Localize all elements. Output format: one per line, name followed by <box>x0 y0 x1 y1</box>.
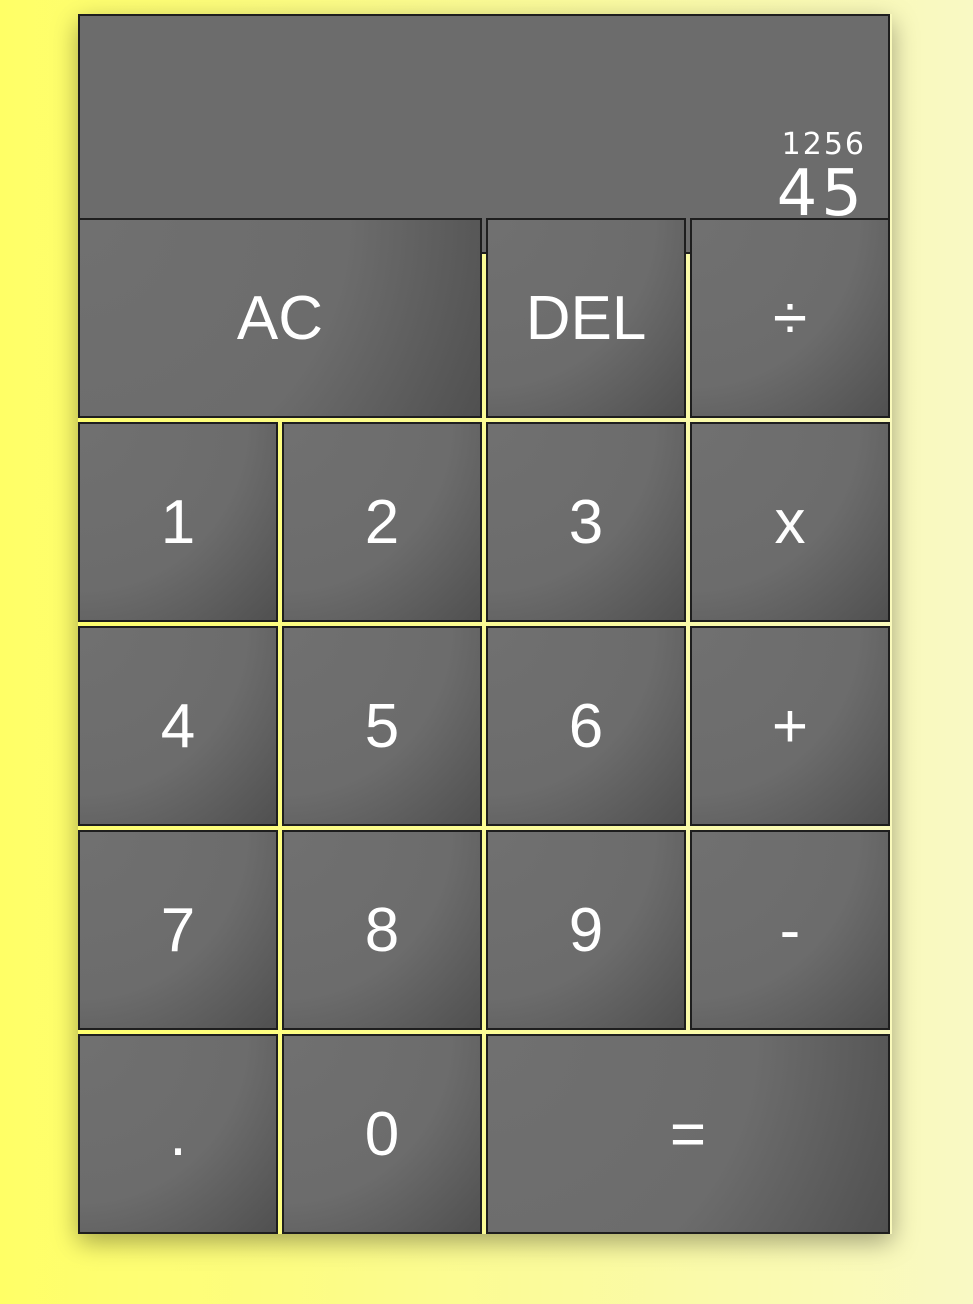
digit-1-button[interactable]: 1 <box>78 422 278 622</box>
digit-7-button[interactable]: 7 <box>78 830 278 1030</box>
all-clear-button[interactable]: AC <box>78 218 482 418</box>
previous-operand: 1256 <box>781 126 866 162</box>
decimal-button[interactable]: . <box>78 1034 278 1234</box>
digit-8-button[interactable]: 8 <box>282 830 482 1030</box>
delete-button[interactable]: DEL <box>486 218 686 418</box>
digit-5-button[interactable]: 5 <box>282 626 482 826</box>
digit-9-button[interactable]: 9 <box>486 830 686 1030</box>
calculator: 1256 45 AC DEL ÷ 1 2 3 x 4 5 6 + 7 8 9 -… <box>78 14 892 1234</box>
digit-3-button[interactable]: 3 <box>486 422 686 622</box>
subtract-button[interactable]: - <box>690 830 890 1030</box>
multiply-button[interactable]: x <box>690 422 890 622</box>
divide-button[interactable]: ÷ <box>690 218 890 418</box>
digit-2-button[interactable]: 2 <box>282 422 482 622</box>
digit-4-button[interactable]: 4 <box>78 626 278 826</box>
digit-0-button[interactable]: 0 <box>282 1034 482 1234</box>
add-button[interactable]: + <box>690 626 890 826</box>
digit-6-button[interactable]: 6 <box>486 626 686 826</box>
equals-button[interactable]: = <box>486 1034 890 1234</box>
